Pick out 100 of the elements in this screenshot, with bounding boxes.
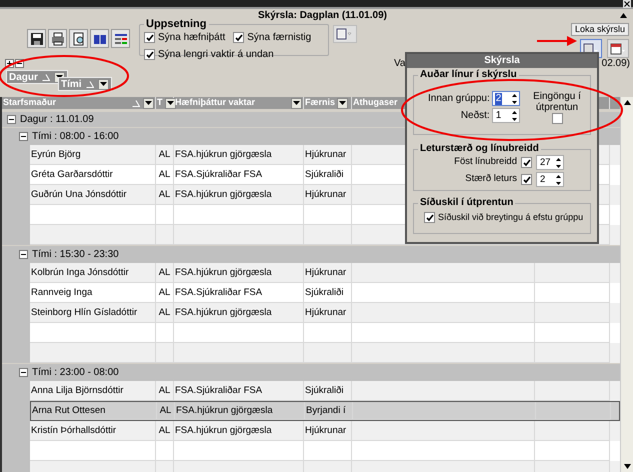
table-cell: Hjúkrunar: [305, 266, 346, 278]
layout-icon: [583, 42, 599, 54]
field-label: Innan grúppu:: [428, 92, 490, 106]
table-cell: FSA.Sjúkraliðar FSA: [175, 168, 262, 180]
table-row[interactable]: Steinborg Hlín Gísladóttir AL FSA.hjúkrun gjörgæsla Hjúkrunar: [30, 303, 620, 323]
group-label: Tími : 08:00 - 16:00: [32, 130, 119, 144]
spinner-icon[interactable]: [512, 94, 517, 104]
spin-field[interactable]: 27: [536, 155, 564, 170]
table-cell: Kolbrún Inga Jónsdóttir: [31, 266, 129, 278]
book-icon[interactable]: [90, 29, 109, 48]
caret-icon: [293, 101, 300, 105]
table-row[interactable]: Kristín Þórhallsdóttir AL FSA.hjúkrun gjörgæsla Hjúkrunar: [30, 421, 620, 441]
spin-field[interactable]: 2: [492, 91, 520, 106]
collapse-icon[interactable]: [19, 132, 28, 141]
table-cell: Eyrún Björg: [31, 148, 81, 160]
calendar-icon: [610, 42, 626, 54]
group-title: Leturstærð og línubreidd: [419, 143, 540, 155]
table-cell: Hjúkrunar: [305, 148, 346, 160]
group-title: Uppsetning: [145, 18, 208, 30]
table-cell: AL: [158, 168, 170, 180]
collapse-icon[interactable]: [7, 115, 16, 124]
sort-icon: [86, 80, 94, 88]
option-label: Sýna hæfniþátt: [158, 31, 226, 45]
scroll-up-icon[interactable]: [624, 100, 630, 105]
table-cell: FSA.hjúkrun gjörgæsla: [175, 424, 272, 436]
save-icon[interactable]: [27, 29, 46, 48]
dropdown-button[interactable]: [164, 98, 176, 108]
table-row[interactable]: Arna Rut Ottesen AL FSA.hjúkrun gjörgæsla Byrjandi í: [30, 401, 620, 421]
table-cell: Sjúkraliði: [305, 168, 344, 180]
close-report-button[interactable]: Loka skýrslu: [570, 23, 629, 36]
scrollbar[interactable]: [620, 97, 633, 472]
table-cell: FSA.hjúkrun gjörgæsla: [175, 266, 272, 278]
dropdown-button[interactable]: [98, 78, 109, 90]
option-label: Sýna færnistig: [247, 31, 312, 45]
date-range-text: Va: [394, 57, 406, 71]
group-title: Auðar línur í skýrslu: [419, 69, 518, 81]
caret-icon: [166, 101, 174, 105]
caret-icon: [100, 82, 107, 86]
spinner-icon[interactable]: [556, 158, 561, 168]
table-cell: FSA.hjúkrun gjörgæsla: [175, 306, 272, 318]
calendar-button[interactable]: [607, 39, 629, 58]
checkbox[interactable]: [424, 212, 435, 224]
table-cell: AL: [158, 306, 170, 318]
arrow-icon: [537, 36, 577, 46]
table-cell: Byrjandi í: [306, 404, 346, 416]
checkbox[interactable]: [521, 174, 532, 185]
table-row[interactable]: Rannveig Inga AL FSA.Sjúkraliðar FSA Sjúkraliði: [30, 283, 620, 303]
table-cell: FSA.hjúkrun gjörgæsla: [175, 148, 272, 160]
group-label: Tími : 15:30 - 23:30: [32, 248, 119, 262]
dropdown-button[interactable]: [143, 98, 154, 108]
sort-icon: [42, 74, 50, 80]
checkbox[interactable]: [144, 32, 155, 43]
table-cell: AL: [158, 188, 170, 200]
spinner-icon[interactable]: [512, 110, 517, 120]
scroll-up-icon[interactable]: [620, 12, 627, 18]
close-icon[interactable]: [623, 0, 631, 8]
group-label: Tími : 23:00 - 08:00: [32, 366, 119, 380]
spinner-icon[interactable]: [556, 174, 561, 184]
checkbox[interactable]: [521, 157, 532, 168]
layout-icon: [336, 28, 354, 40]
spin-field[interactable]: 1: [492, 108, 520, 123]
checkbox[interactable]: [552, 113, 562, 124]
sort-icon: [132, 100, 140, 106]
table-cell: Gréta Garðarsdóttir: [31, 168, 113, 180]
checkbox[interactable]: [144, 49, 155, 60]
table-cell: Steinborg Hlín Gísladóttir: [31, 306, 138, 318]
field-label: Neðst:: [460, 109, 490, 123]
collapse-icon[interactable]: [19, 368, 28, 377]
columns-icon[interactable]: [111, 29, 130, 48]
dropdown-button[interactable]: [291, 98, 302, 108]
table-cell: FSA.Sjúkraliðar FSA: [175, 286, 262, 298]
table-cell: Hjúkrunar: [305, 188, 346, 200]
layout-button[interactable]: [333, 25, 357, 43]
field-value: 2: [539, 174, 546, 186]
table-cell: Kristín Þórhallsdóttir: [31, 424, 116, 436]
spin-field[interactable]: 2: [536, 172, 564, 187]
scroll-down-icon[interactable]: [624, 464, 630, 469]
preview-icon[interactable]: [69, 29, 88, 48]
print-icon[interactable]: [48, 29, 67, 48]
table-cell: AL: [158, 286, 170, 298]
table-row[interactable]: Anna Lilja Björnsdóttir AL FSA.Sjúkraliðar FSA Sjúkraliði: [30, 381, 620, 401]
table-cell: AL: [158, 266, 170, 278]
field-value: 2: [494, 92, 502, 104]
caret-icon: [145, 101, 152, 105]
collapse-icon[interactable]: [19, 250, 28, 259]
table-cell: Arna Rut Ottesen: [32, 404, 106, 416]
table-cell: Sjúkraliði: [305, 384, 344, 396]
table-cell: AL: [158, 384, 170, 396]
table-cell: Hjúkrunar: [305, 424, 346, 436]
popup-title: Skýrsla: [407, 54, 597, 68]
dropdown-button[interactable]: [337, 98, 348, 108]
table-cell: FSA.hjúkrun gjörgæsla: [176, 404, 273, 416]
field-value: 1: [494, 110, 502, 122]
option-label: Sýna lengri vaktir á undan: [158, 48, 274, 62]
table-cell: Rannveig Inga: [31, 286, 92, 298]
date-range-text: 02.09): [602, 57, 630, 71]
table-cell: AL: [158, 148, 170, 160]
table-row[interactable]: Kolbrún Inga Jónsdóttir AL FSA.hjúkrun gjörgæsla Hjúkrunar: [30, 263, 620, 283]
caret-icon: [339, 101, 346, 105]
checkbox[interactable]: [233, 32, 244, 43]
